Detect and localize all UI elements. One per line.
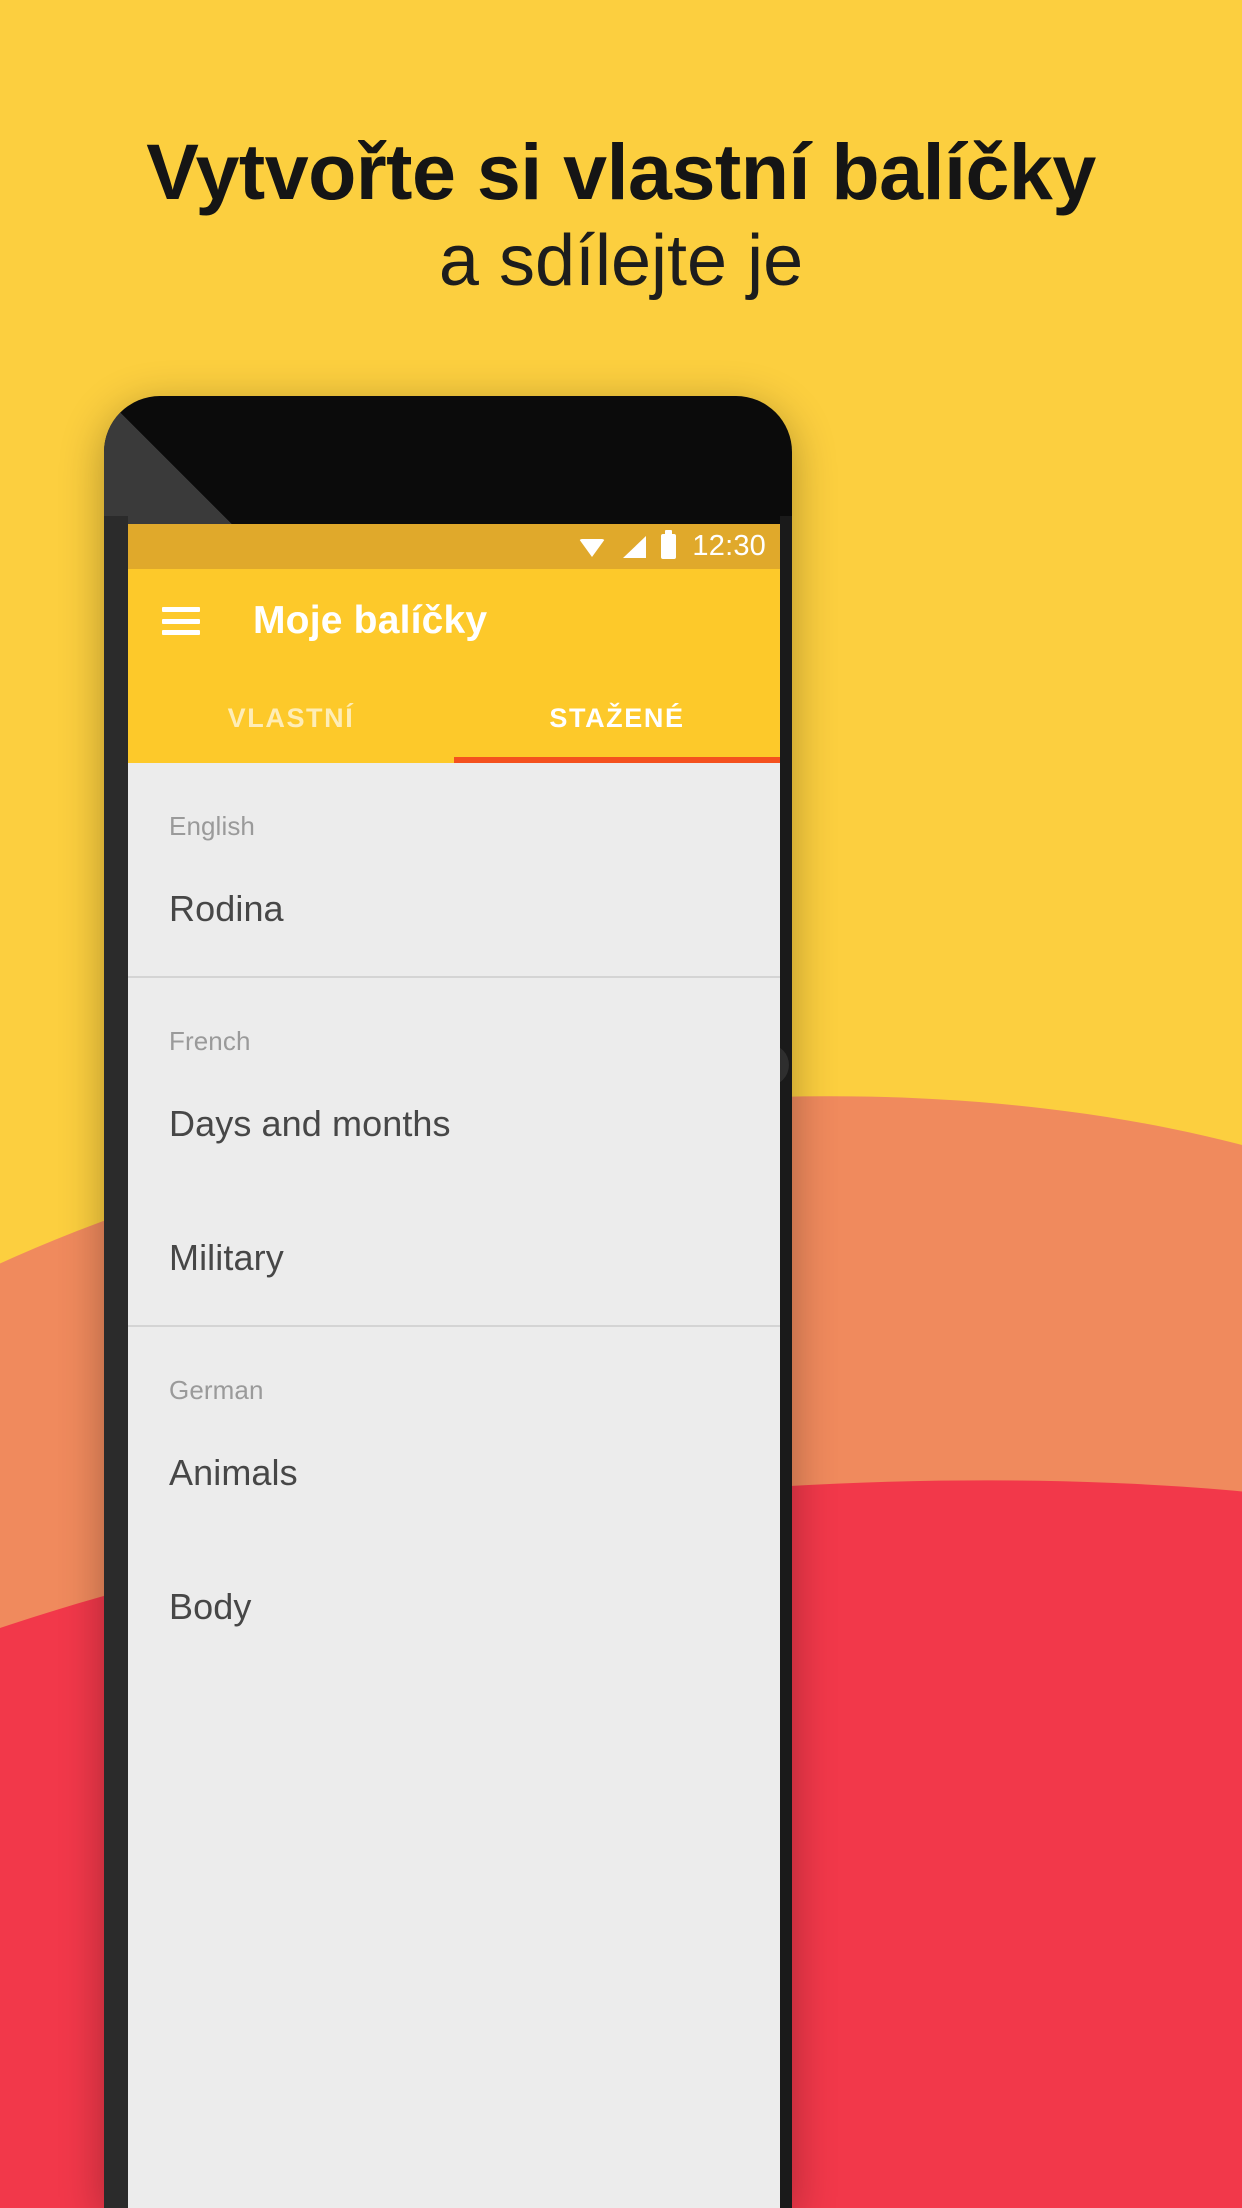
section-header-german: German xyxy=(169,1375,264,1405)
hamburger-bar xyxy=(162,607,200,612)
list-section: English Rodina xyxy=(128,763,780,976)
headline-line-1: Vytvořte si vlastní balíčky xyxy=(146,127,1096,216)
section-header-french: French xyxy=(169,1026,251,1056)
list-item[interactable]: Animals xyxy=(128,1406,780,1540)
section-header-english: English xyxy=(169,811,255,841)
list-item[interactable]: Rodina xyxy=(128,842,780,976)
status-bar-icons xyxy=(579,530,677,559)
promo-headline: Vytvořte si vlastní balíčky a sdílejte j… xyxy=(0,127,1242,301)
hamburger-menu-icon[interactable] xyxy=(162,607,200,635)
page-title: Moje balíčky xyxy=(253,599,488,642)
list-section: German Animals Body xyxy=(128,1327,780,1674)
tab-bar: VLASTNÍ STAŽENÉ xyxy=(128,673,780,763)
cell-signal-icon xyxy=(621,535,647,558)
phone-edge-right xyxy=(780,516,792,2208)
list-item[interactable]: Days and months xyxy=(128,1057,780,1191)
app-bar: Moje balíčky xyxy=(128,569,780,673)
hamburger-bar xyxy=(162,630,200,635)
status-bar: 12:30 xyxy=(128,524,780,569)
phone-edge-left xyxy=(104,516,128,2208)
tab-active-indicator xyxy=(454,757,780,763)
tab-vlastni[interactable]: VLASTNÍ xyxy=(128,673,454,763)
list-item[interactable]: Military xyxy=(128,1191,780,1325)
battery-icon xyxy=(661,530,677,559)
tab-stazene[interactable]: STAŽENÉ xyxy=(454,673,780,763)
status-bar-clock: 12:30 xyxy=(692,530,766,562)
hamburger-bar xyxy=(162,618,200,624)
phone-screen: 12:30 Moje balíčky VLASTNÍ STAŽENÉ Engli… xyxy=(128,524,780,2208)
headline-line-2: a sdílejte je xyxy=(438,220,804,301)
phone-mockup: 12:30 Moje balíčky VLASTNÍ STAŽENÉ Engli… xyxy=(104,396,792,2208)
wifi-icon xyxy=(579,536,606,558)
list-section: French Days and months Military xyxy=(128,978,780,1325)
list-item[interactable]: Body xyxy=(128,1540,780,1674)
package-list[interactable]: English Rodina French Days and months Mi… xyxy=(128,763,780,2208)
